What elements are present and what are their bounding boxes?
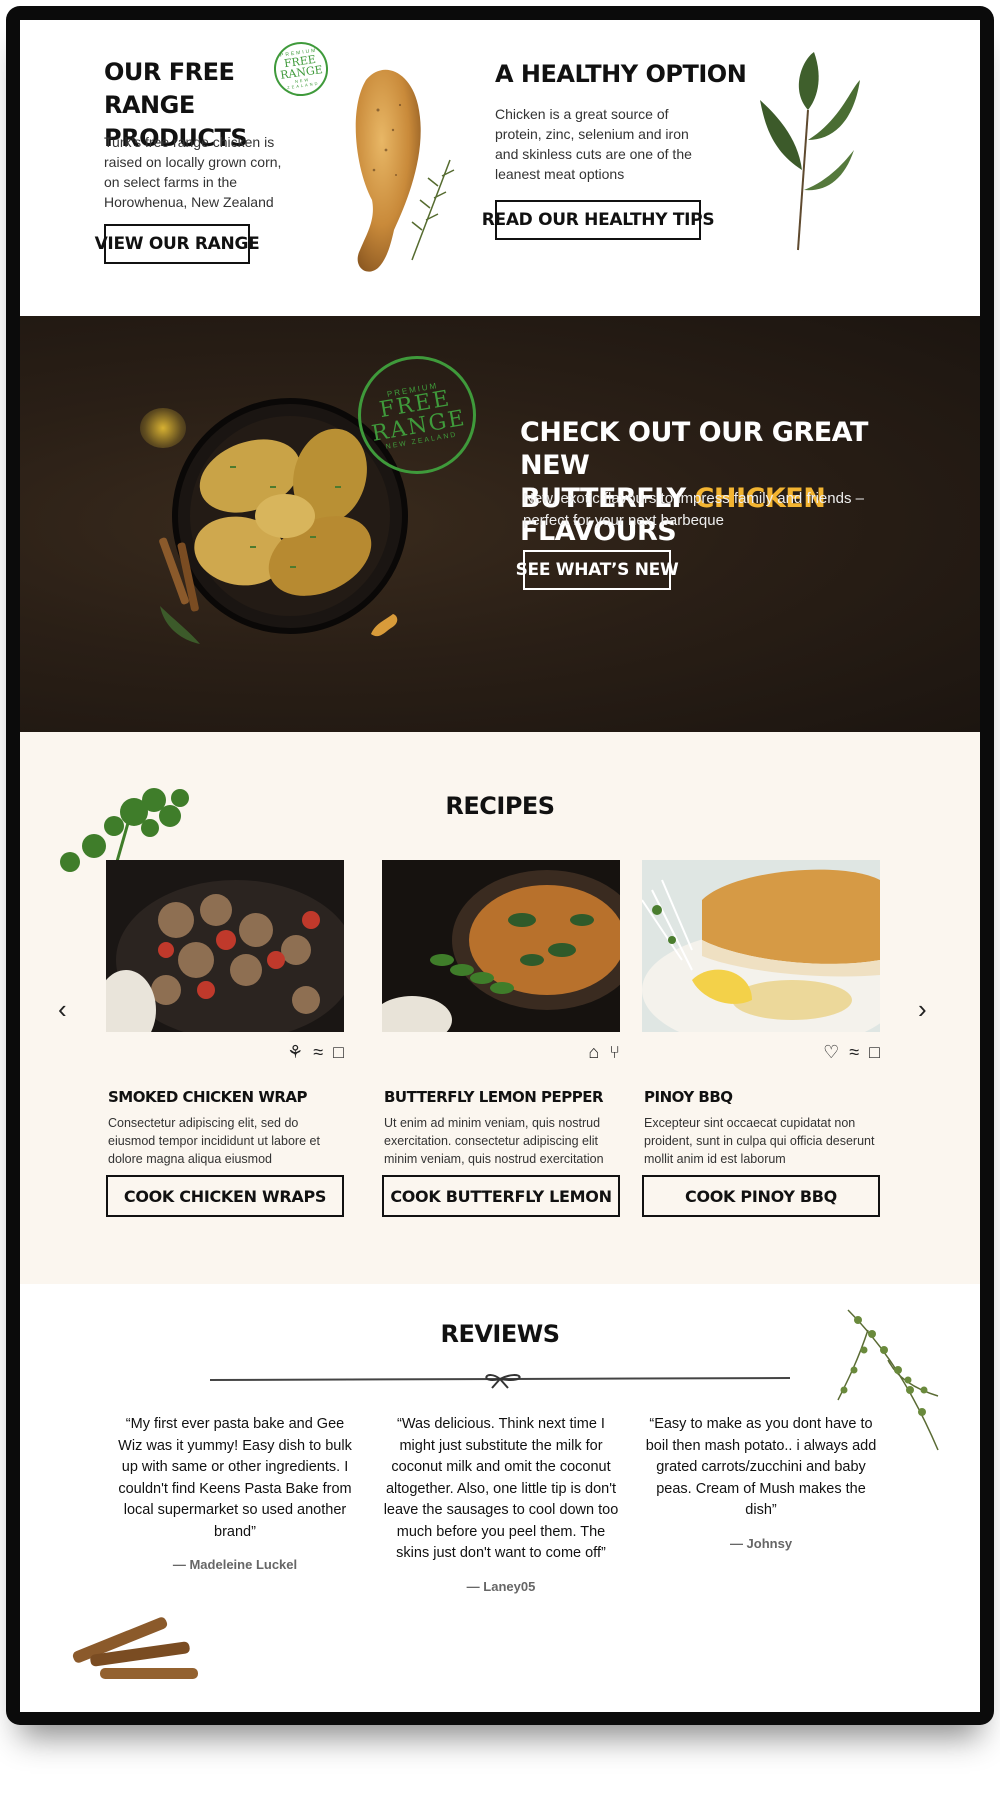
- prev-arrow-icon[interactable]: ‹: [58, 994, 67, 1025]
- recipe-icons: ♡ ≈ □: [823, 1042, 880, 1063]
- reviews-section: REVIEWS “My first ever pasta bake and Ge…: [20, 1284, 980, 1712]
- healthy-tips-button[interactable]: READ OUR HEALTHY TIPS: [482, 200, 715, 240]
- cook-button[interactable]: COOK BUTTERFLY LEMON: [382, 1175, 620, 1217]
- ginger-icon: [371, 614, 398, 637]
- chicken-drumstick-image: [355, 69, 455, 272]
- recipe-description: Ut enim ad minim veniam, quis nostrud ex…: [384, 1116, 604, 1166]
- recipe-description: Excepteur sint occaecat cupidatat non pr…: [644, 1116, 875, 1166]
- cinnamon-icon: [159, 537, 200, 644]
- heat-icon: ≈: [849, 1042, 860, 1062]
- bay-leaf-icon: [760, 52, 860, 251]
- review-item: “Easy to make as you dont have to boil t…: [642, 1414, 880, 1551]
- review-author: — Madeleine Luckel: [172, 1557, 298, 1572]
- review-quote: “My first ever pasta bake and Gee Wiz wa…: [118, 1416, 352, 1540]
- review-item: “Was delicious. Think next time I might …: [382, 1414, 620, 1594]
- bag-icon: □: [869, 1042, 880, 1062]
- healthy-title: A HEALTHY OPTION: [495, 60, 747, 88]
- bag-icon: □: [333, 1042, 344, 1062]
- review-quote: “Easy to make as you dont have to boil t…: [645, 1416, 877, 1518]
- recipe-image[interactable]: [106, 860, 344, 1032]
- heart-icon: ♡: [823, 1042, 840, 1062]
- review-author: — Laney05: [466, 1578, 536, 1594]
- heat-icon: ≈: [313, 1042, 324, 1062]
- recipe-icons: ⚘ ≈ □: [287, 1042, 344, 1063]
- hero-title-line1: CHECK OUT OUR GREAT NEW: [520, 417, 868, 481]
- recipe-description: Consectetur adipiscing elit, sed do eius…: [108, 1116, 320, 1166]
- see-whats-new-button[interactable]: SEE WHAT’S NEW: [516, 550, 679, 590]
- free-range-stamp-icon: PREMIUM FREE RANGE NEW ZEALAND: [270, 38, 332, 100]
- hero-subtitle: New, exotic flavours to impress family a…: [523, 490, 864, 529]
- recipe-image[interactable]: [642, 860, 880, 1032]
- hero-banner: PREMIUM FREE RANGE NEW ZEALAND CHECK OUT…: [20, 316, 980, 732]
- free-range-body: Turk's free range chicken is raised on l…: [104, 134, 282, 210]
- recipe-title: PINOY BBQ: [644, 1088, 733, 1106]
- review-item: “My first ever pasta bake and Gee Wiz wa…: [116, 1414, 354, 1572]
- healthy-body: Chicken is a great source of protein, zi…: [495, 106, 692, 182]
- review-author: — Johnsy: [729, 1535, 793, 1551]
- bbq-grill-icon: ⌂: [588, 1042, 600, 1062]
- intro-section: OUR FREE RANGE PRODUCTS Turk's free rang…: [20, 20, 980, 316]
- string-divider-icon: [210, 1374, 790, 1389]
- next-arrow-icon[interactable]: ›: [918, 994, 927, 1025]
- recipes-section: RECIPES ‹ › ⚘ ≈ □ SMOKED CHICKEN WRAP Co…: [20, 732, 980, 1284]
- recipe-title: BUTTERFLY LEMON PEPPER: [384, 1088, 604, 1106]
- pepper-icon: ⚘: [287, 1042, 304, 1062]
- review-quote: “Was delicious. Think next time I might …: [383, 1416, 619, 1561]
- cinnamon-sticks-icon: [72, 1617, 198, 1679]
- page: OUR FREE RANGE PRODUCTS Turk's free rang…: [20, 20, 980, 1712]
- cook-button[interactable]: COOK PINOY BBQ: [642, 1175, 880, 1217]
- recipe-title: SMOKED CHICKEN WRAP: [108, 1088, 308, 1106]
- recipe-icons: ⌂ ⑂: [588, 1042, 620, 1063]
- recipe-image[interactable]: [382, 860, 620, 1032]
- view-range-button[interactable]: VIEW OUR RANGE: [95, 224, 260, 264]
- cutlery-icon: ⑂: [609, 1042, 620, 1062]
- cook-button[interactable]: COOK CHICKEN WRAPS: [106, 1175, 344, 1217]
